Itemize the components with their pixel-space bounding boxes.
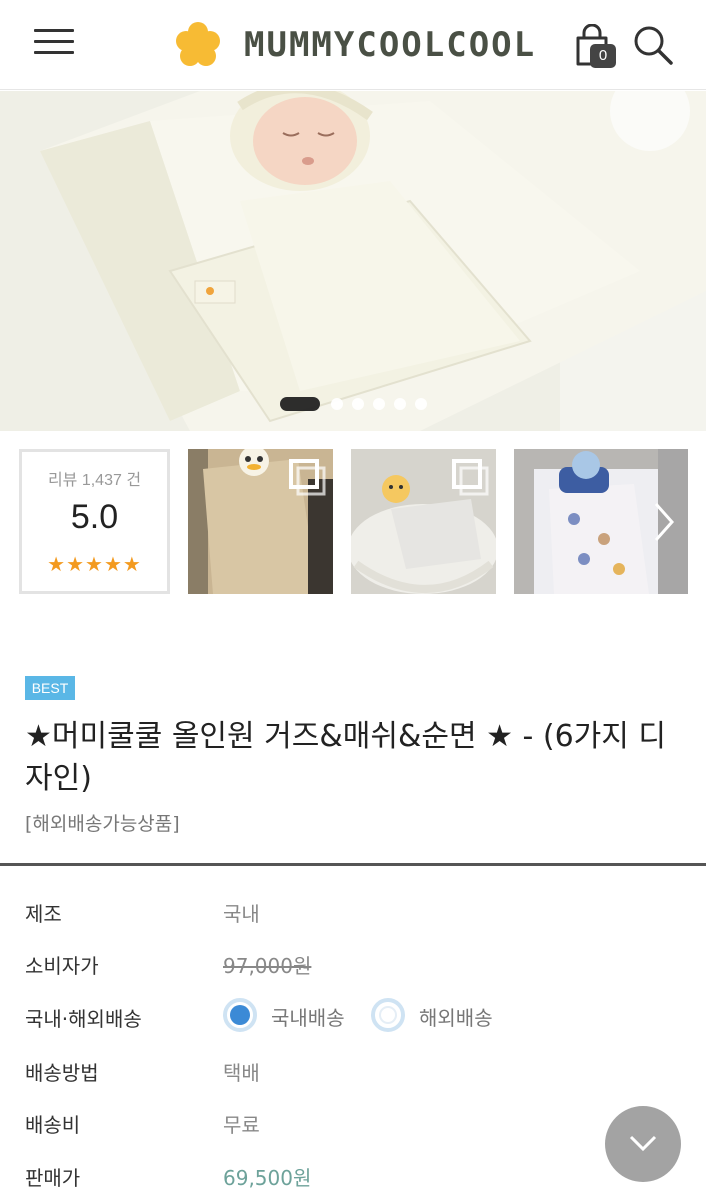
product-hero-image[interactable] — [0, 91, 706, 431]
sale-price-label: 판매가 — [25, 1166, 81, 1190]
review-count: 리뷰 1,437 건 — [47, 472, 142, 489]
review-summary-card[interactable]: 리뷰 1,437 건 5.0 ★★★★★ — [19, 449, 170, 594]
baby-sleeping-photo — [0, 91, 706, 431]
shipping-region-label: 국내·해외배송 — [25, 1007, 142, 1031]
retail-price-label: 소비자가 — [25, 954, 99, 978]
domestic-shipping-radio[interactable] — [223, 998, 257, 1032]
review-score: 5.0 — [70, 498, 119, 536]
carousel-dot[interactable] — [394, 398, 406, 410]
section-divider — [0, 863, 706, 866]
shipping-method-label: 배송방법 — [25, 1061, 99, 1085]
carousel-dot[interactable] — [373, 398, 385, 410]
search-icon[interactable] — [632, 24, 674, 66]
flower-logo-icon — [176, 22, 220, 66]
carousel-pagination — [280, 397, 436, 411]
scroll-down-button[interactable] — [605, 1106, 681, 1182]
manufacture-value: 국내 — [223, 902, 260, 926]
chevron-down-icon — [629, 1135, 657, 1152]
best-badge: BEST — [25, 676, 75, 700]
review-photo-thumbnail-1[interactable] — [188, 449, 333, 594]
carousel-dot[interactable] — [415, 398, 427, 410]
domestic-shipping-label[interactable]: 국내배송 — [271, 1002, 345, 1031]
carousel-dot[interactable] — [331, 398, 343, 410]
overseas-shipping-label[interactable]: 해외배송 — [419, 1002, 493, 1031]
review-photo-thumbnail-2[interactable] — [351, 449, 496, 594]
shipping-fee-value: 무료 — [223, 1113, 260, 1137]
sale-price-value: 69,500원 — [223, 1166, 312, 1190]
brand-logo-text: MUMMYCOOLCOOL — [244, 25, 537, 65]
carousel-dot-active[interactable] — [280, 397, 320, 411]
retail-price-value: 97,000원 — [223, 954, 312, 978]
carousel-dot[interactable] — [352, 398, 364, 410]
hamburger-menu-icon[interactable] — [34, 28, 74, 56]
product-title: ★머미쿨쿨 올인원 거즈&매쉬&순면 ★ - (6가지 디자인) — [25, 719, 667, 796]
shipping-method-value: 택배 — [223, 1061, 260, 1085]
cart-count-badge: 0 — [590, 44, 616, 68]
chevron-right-icon[interactable] — [650, 500, 678, 544]
brand-logo[interactable]: MUMMYCOOLCOOL — [174, 18, 536, 72]
review-stars: ★★★★★ — [47, 552, 142, 576]
overseas-shipping-radio[interactable] — [371, 998, 405, 1032]
shipping-fee-label: 배송비 — [25, 1113, 81, 1137]
header: MUMMYCOOLCOOL 0 — [0, 0, 706, 90]
product-subtitle: [해외배송가능상품] — [25, 813, 180, 835]
manufacture-label: 제조 — [25, 902, 62, 926]
